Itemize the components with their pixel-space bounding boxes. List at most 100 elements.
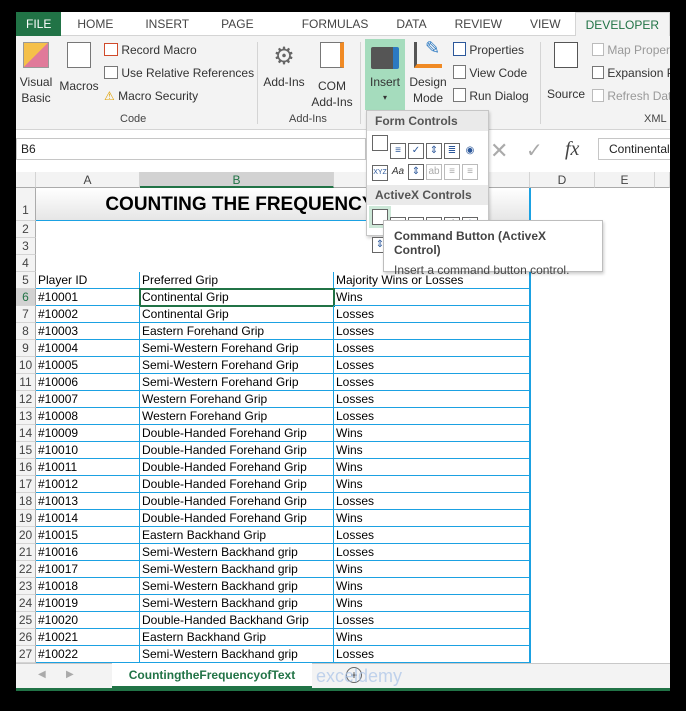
cancel-icon[interactable]: ✕ [490,138,508,164]
next-sheet-icon[interactable]: ▶ [66,669,74,680]
source-button[interactable]: Source [544,42,588,102]
table-cell[interactable]: Double-Handed Forehand Grip [140,476,334,493]
combo-list-form-control-icon[interactable]: ≡ [444,164,460,180]
table-cell[interactable]: #10005 [36,357,140,374]
table-cell[interactable]: Wins [334,510,530,527]
enter-icon[interactable]: ✓ [526,138,543,163]
table-cell[interactable]: #10019 [36,595,140,612]
table-cell[interactable]: #10018 [36,578,140,595]
table-cell[interactable]: #10016 [36,544,140,561]
row-header[interactable]: 1 [16,188,36,221]
row-header[interactable]: 26 [16,629,36,646]
table-cell[interactable]: Semi-Western Backhand grip [140,595,334,612]
table-cell[interactable]: Western Forehand Grip [140,408,334,425]
row-header[interactable]: 9 [16,340,36,357]
column-header-b[interactable]: B [140,172,334,188]
scroll-bar-form-control-icon[interactable]: ⇕ [408,164,424,180]
table-cell[interactable]: Semi-Western Forehand Grip [140,340,334,357]
map-properties-button[interactable]: Map Proper [592,42,670,58]
tab-file[interactable]: FILE [16,12,62,36]
tab-developer[interactable]: DEVELOPER [574,12,670,36]
row-header[interactable]: 11 [16,374,36,391]
view-code-button[interactable]: View Code [453,65,527,81]
spin-button-form-control-icon[interactable]: ⇕ [426,143,442,159]
table-cell[interactable]: Losses [334,306,530,323]
table-cell[interactable]: Losses [334,544,530,561]
table-cell[interactable]: Double-Handed Forehand Grip [140,510,334,527]
expansion-packs-button[interactable]: Expansion P [592,65,670,81]
table-cell[interactable]: Semi-Western Forehand Grip [140,357,334,374]
select-all-corner[interactable] [16,172,36,188]
table-cell[interactable]: Eastern Forehand Grip [140,323,334,340]
table-cell[interactable]: Wins [334,476,530,493]
row-header[interactable]: 12 [16,391,36,408]
tab-data[interactable]: DATA [382,12,440,36]
table-cell[interactable]: #10004 [36,340,140,357]
row-header[interactable]: 13 [16,408,36,425]
table-cell[interactable]: Double-Handed Forehand Grip [140,493,334,510]
tab-home[interactable]: HOME [61,12,129,36]
tab-page-layout[interactable]: PAGE LAYOUT [205,12,288,55]
row-header[interactable]: 24 [16,595,36,612]
row-header[interactable]: 15 [16,442,36,459]
table-cell[interactable]: #10012 [36,476,140,493]
row-header[interactable]: 8 [16,323,36,340]
tab-formulas[interactable]: FORMULAS [288,12,383,36]
table-cell[interactable]: #10022 [36,646,140,663]
table-cell[interactable]: Double-Handed Backhand Grip [140,612,334,629]
table-cell[interactable]: #10002 [36,306,140,323]
column-header-a[interactable]: A [36,172,140,188]
row-header[interactable]: 23 [16,578,36,595]
table-cell[interactable]: Double-Handed Forehand Grip [140,425,334,442]
combo-dropdown-form-control-icon[interactable]: ≡ [462,164,478,180]
table-cell[interactable]: Wins [334,442,530,459]
row-header[interactable]: 2 [16,221,36,238]
table-cell[interactable]: Wins [334,578,530,595]
table-cell[interactable]: Wins [334,595,530,612]
header-cell[interactable]: Preferred Grip [140,272,334,289]
row-header[interactable]: 4 [16,255,36,272]
row-header[interactable]: 16 [16,459,36,476]
row-header[interactable]: 25 [16,612,36,629]
text-field-form-control-icon[interactable]: ab [426,164,442,180]
column-header-d[interactable]: D [530,172,595,188]
row-header[interactable]: 10 [16,357,36,374]
table-cell[interactable]: #10007 [36,391,140,408]
macros-button[interactable]: Macros [58,42,100,94]
table-cell[interactable]: Eastern Backhand Grip [140,527,334,544]
table-cell[interactable]: #10015 [36,527,140,544]
relative-references-button[interactable]: Use Relative References [104,65,254,81]
table-cell[interactable]: #10011 [36,459,140,476]
formula-input[interactable]: Continental Grip [598,138,670,160]
macro-security-button[interactable]: ⚠ Macro Security [104,88,198,104]
table-cell[interactable]: Semi-Western Backhand grip [140,561,334,578]
table-cell[interactable]: Wins [334,561,530,578]
tab-insert[interactable]: INSERT [129,12,205,36]
table-cell[interactable]: Semi-Western Backhand grip [140,578,334,595]
table-cell[interactable]: #10008 [36,408,140,425]
combo-box-form-control-icon[interactable]: ≡ [390,143,406,159]
table-cell[interactable]: Wins [334,425,530,442]
record-macro-button[interactable]: Record Macro [104,42,197,58]
table-cell[interactable]: #10013 [36,493,140,510]
table-cell[interactable]: Continental Grip [139,288,335,307]
refresh-data-button[interactable]: Refresh Dat [592,88,670,104]
table-cell[interactable]: Semi-Western Backhand grip [140,646,334,663]
table-cell[interactable]: #10021 [36,629,140,646]
header-cell[interactable]: Player ID [36,272,140,289]
table-cell[interactable]: Semi-Western Backhand grip [140,544,334,561]
row-header[interactable]: 6 [16,289,36,306]
column-header-e[interactable]: E [595,172,655,188]
table-cell[interactable]: Wins [334,459,530,476]
prev-sheet-icon[interactable]: ◀ [38,669,46,680]
table-cell[interactable]: Wins [334,289,530,306]
table-cell[interactable]: Double-Handed Forehand Grip [140,459,334,476]
row-header[interactable]: 21 [16,544,36,561]
table-cell[interactable]: #10009 [36,425,140,442]
table-cell[interactable]: Continental Grip [140,306,334,323]
row-header[interactable]: 14 [16,425,36,442]
sheet-tab-active[interactable]: CountingtheFrequencyofText [112,663,312,688]
row-header[interactable]: 19 [16,510,36,527]
table-cell[interactable]: Losses [334,527,530,544]
name-box[interactable]: B6 [16,138,366,160]
